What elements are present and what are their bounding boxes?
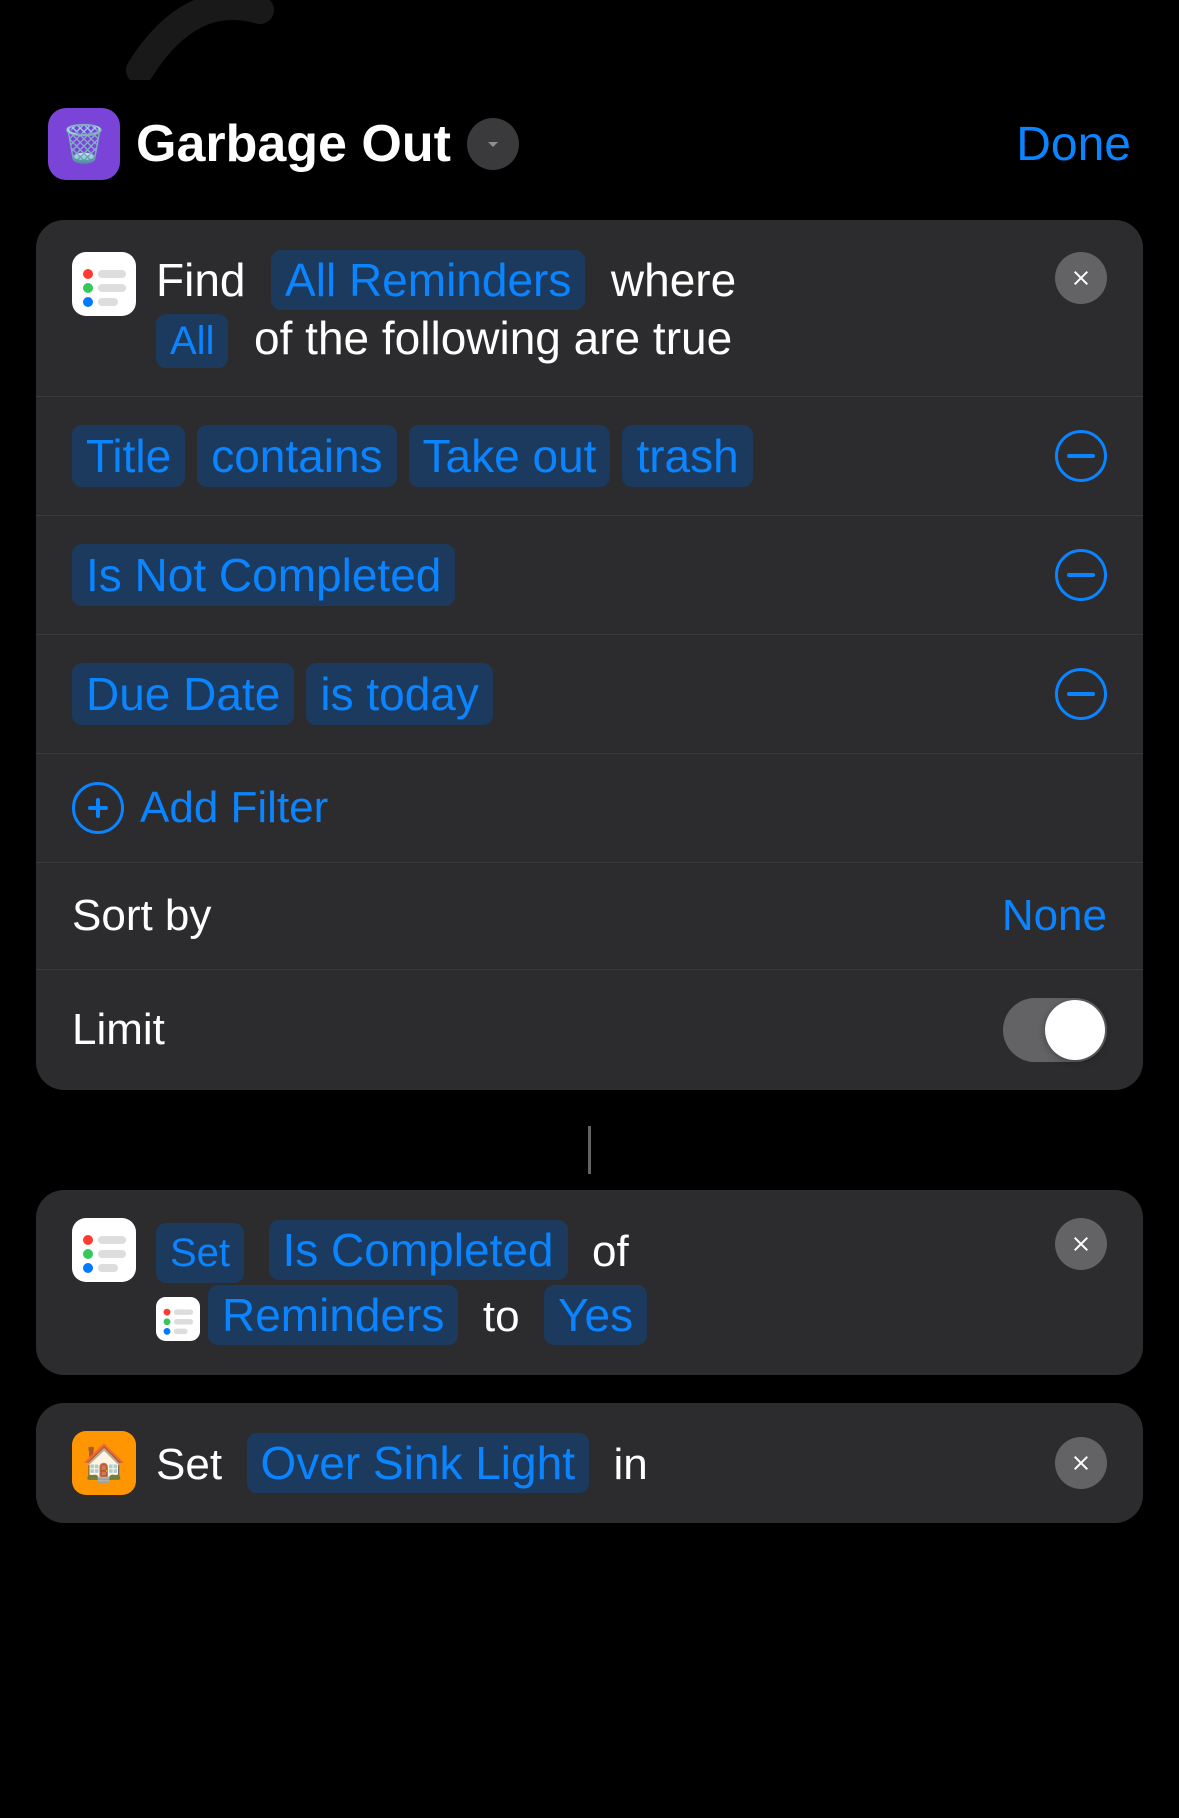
filter-row-2-content: Is Not Completed: [72, 544, 1043, 606]
sort-value[interactable]: None: [1002, 891, 1107, 941]
filter-row-completed: Is Not Completed: [36, 516, 1143, 635]
sort-by-row: Sort by None: [36, 863, 1143, 970]
set-light-text: Set Over Sink Light in: [156, 1436, 1055, 1490]
title-pill[interactable]: Title: [72, 425, 185, 487]
contains-pill[interactable]: contains: [197, 425, 396, 487]
due-date-pill[interactable]: Due Date: [72, 663, 294, 725]
filter-row-due-date: Due Date is today: [36, 635, 1143, 754]
is-completed-pill[interactable]: Is Completed: [269, 1220, 568, 1280]
set-light-content: 🏠 Set Over Sink Light in: [72, 1431, 1055, 1495]
limit-label: Limit: [72, 1005, 165, 1055]
find-reminders-card: Find All Reminders where All of the foll…: [36, 220, 1143, 1090]
limit-row: Limit: [36, 970, 1143, 1090]
nav-title-group: 🗑️ Garbage Out: [48, 108, 519, 180]
app-icon: 🗑️: [48, 108, 120, 180]
in-label: in: [613, 1440, 647, 1489]
close-button[interactable]: [1055, 252, 1107, 304]
is-not-completed-pill[interactable]: Is Not Completed: [72, 544, 455, 606]
add-filter-button[interactable]: [72, 782, 124, 834]
filter-row-3-content: Due Date is today: [72, 663, 1043, 725]
filter-row-1-content: Title contains Take out trash: [72, 425, 1043, 487]
remove-filter-3-button[interactable]: [1055, 668, 1107, 720]
card-header: Find All Reminders where All of the foll…: [36, 220, 1143, 397]
connector-line: [588, 1126, 591, 1174]
filter-row-title: Title contains Take out trash: [36, 397, 1143, 516]
done-button[interactable]: Done: [1016, 117, 1131, 172]
add-filter-label[interactable]: Add Filter: [140, 783, 328, 833]
nav-bar: 🗑️ Garbage Out Done: [0, 80, 1179, 200]
remove-filter-2-button[interactable]: [1055, 549, 1107, 601]
reminders-pill[interactable]: Reminders: [208, 1285, 458, 1345]
all-pill[interactable]: All: [156, 314, 228, 368]
toggle-knob: [1045, 1000, 1105, 1060]
is-today-pill[interactable]: is today: [306, 663, 493, 725]
over-sink-pill[interactable]: Over Sink Light: [247, 1433, 589, 1493]
limit-toggle[interactable]: [1003, 998, 1107, 1062]
set-completed-content: Set Is Completed of Reminders to Yes: [72, 1218, 1055, 1348]
card-header-left: Find All Reminders where All of the foll…: [72, 252, 1055, 368]
close-light-button[interactable]: [1055, 1437, 1107, 1489]
set-completed-text: Set Is Completed of Reminders to Yes: [156, 1218, 1055, 1348]
add-filter-row: Add Filter: [36, 754, 1143, 863]
reminders-icon: [72, 252, 136, 316]
header-text: Find All Reminders where All of the foll…: [156, 252, 1055, 368]
all-reminders-pill[interactable]: All Reminders: [271, 250, 585, 310]
home-icon: 🏠: [72, 1431, 136, 1495]
of-label: of: [592, 1227, 629, 1276]
nav-title: Garbage Out: [136, 114, 451, 174]
close-set-button[interactable]: [1055, 1218, 1107, 1270]
trash-pill[interactable]: trash: [622, 425, 752, 487]
where-label: where: [611, 254, 736, 306]
set-pill[interactable]: Set: [156, 1223, 244, 1283]
set-reminders-icon: [72, 1218, 136, 1282]
inline-reminders-icon: [156, 1297, 200, 1341]
set-completed-card: Set Is Completed of Reminders to Yes: [36, 1190, 1143, 1376]
take-out-pill[interactable]: Take out: [409, 425, 611, 487]
set-light-card: 🏠 Set Over Sink Light in: [36, 1403, 1143, 1523]
find-label: Find: [156, 254, 245, 306]
set-label-2: Set: [156, 1440, 222, 1489]
following-label: of the following are true: [254, 312, 732, 364]
chevron-down-icon[interactable]: [467, 118, 519, 170]
sort-by-label: Sort by: [72, 891, 211, 941]
connector: [0, 1110, 1179, 1190]
to-label: to: [483, 1292, 520, 1341]
remove-filter-1-button[interactable]: [1055, 430, 1107, 482]
yes-pill[interactable]: Yes: [544, 1285, 647, 1345]
